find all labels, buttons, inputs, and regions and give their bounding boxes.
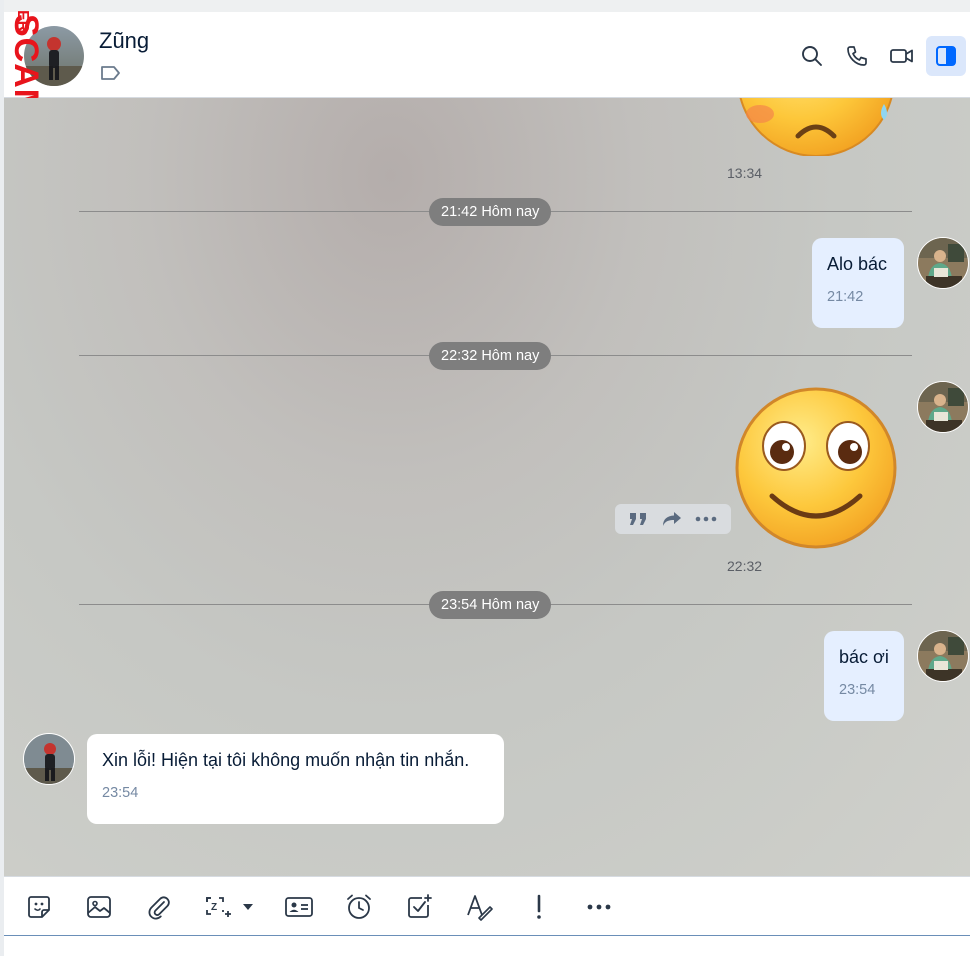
my-avatar[interactable] (917, 381, 969, 433)
urgent-icon (537, 894, 541, 919)
search-button[interactable] (792, 36, 832, 76)
image-icon (87, 896, 111, 918)
more-actions-button[interactable] (581, 889, 617, 925)
date-divider-pill: 22:32 Hôm nay (429, 342, 552, 370)
urgent-button[interactable] (521, 889, 557, 925)
my-avatar[interactable] (917, 630, 969, 682)
video-call-icon (890, 49, 913, 63)
message-time: 23:54 (102, 785, 139, 801)
forward-icon[interactable] (661, 510, 683, 528)
date-divider-pill: 23:54 Hôm nay (429, 591, 552, 619)
chat-header: Zũng (4, 12, 970, 98)
message-bubble-outgoing[interactable]: Alo bác 21:42 (812, 238, 904, 328)
video-call-button[interactable] (882, 36, 922, 76)
message-time: 22:32 (727, 558, 763, 574)
chat-message-area[interactable]: 13:34 21:42 Hôm nay Alo bác 21:42 22:32 … (4, 98, 970, 876)
task-button[interactable] (401, 889, 437, 925)
label-tag-icon[interactable] (100, 64, 122, 82)
call-button[interactable] (837, 36, 877, 76)
image-button[interactable] (81, 889, 117, 925)
contact-avatar[interactable] (23, 733, 75, 785)
contact-card-icon (285, 897, 313, 917)
message-text: Alo bác (827, 254, 888, 274)
text-format-icon (467, 895, 493, 921)
more-icon[interactable] (694, 510, 718, 528)
message-action-bar (615, 504, 731, 534)
my-avatar[interactable] (917, 237, 969, 289)
message-time: 21:42 (827, 289, 864, 305)
attachment-icon (148, 896, 170, 920)
screenshot-button[interactable]: Z (201, 889, 261, 925)
text-format-button[interactable] (461, 889, 497, 925)
message-text: Xin lỗi! Hiện tại tôi không muốn nhận ti… (102, 750, 470, 770)
contact-name[interactable]: Zũng (99, 28, 149, 54)
more-icon (587, 904, 611, 910)
date-divider-pill: 21:42 Hôm nay (429, 198, 552, 226)
composer-toolbar: Z (4, 876, 970, 936)
sticker-button[interactable] (21, 889, 57, 925)
search-icon (802, 46, 822, 66)
sticker-sad-emoji[interactable] (734, 98, 894, 156)
message-time: 23:54 (839, 682, 876, 698)
quote-icon[interactable] (628, 510, 650, 528)
phone-icon (847, 46, 867, 66)
task-icon (408, 894, 432, 918)
sticker-smile-emoji[interactable] (734, 386, 898, 550)
window-top-strip (0, 0, 970, 12)
message-bubble-incoming[interactable]: Xin lỗi! Hiện tại tôi không muốn nhận ti… (87, 734, 504, 824)
message-bubble-outgoing[interactable]: bác ơi 23:54 (824, 631, 904, 721)
contact-card-button[interactable] (281, 889, 317, 925)
sidebar-toggle-icon (936, 46, 956, 66)
attachment-button[interactable] (141, 889, 177, 925)
svg-text:Z: Z (211, 902, 217, 913)
screenshot-icon: Z (206, 897, 253, 917)
reminder-button[interactable] (341, 889, 377, 925)
sticker-icon (28, 896, 50, 918)
message-text: bác ơi (839, 647, 889, 667)
message-input-area[interactable] (4, 937, 970, 956)
toggle-info-panel-button[interactable] (926, 36, 966, 76)
message-time: 13:34 (727, 165, 763, 181)
reminder-icon (347, 894, 371, 919)
